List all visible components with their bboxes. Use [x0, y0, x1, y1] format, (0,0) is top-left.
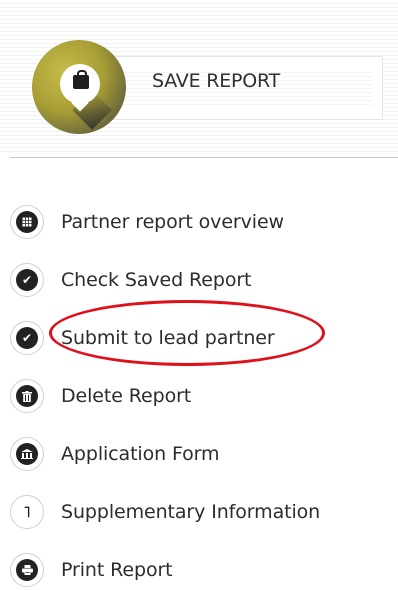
menu-item-check-saved-report[interactable]: ✔ Check Saved Report [10, 260, 390, 300]
menu-item-application-form[interactable]: Application Form [10, 434, 390, 474]
check-icon: ✔ [10, 263, 44, 297]
menu-item-label: Print Report [61, 559, 173, 581]
menu-item-label: Submit to lead partner [61, 327, 275, 349]
save-report-button[interactable]: SAVE REPORT [32, 40, 383, 134]
menu-item-label: Partner report overview [61, 211, 284, 233]
save-report-label: SAVE REPORT [152, 70, 281, 92]
divider [10, 157, 398, 158]
menu-item-supplementary-information[interactable]: ˥ Supplementary Information [10, 492, 390, 532]
menu-item-label: Application Form [61, 443, 220, 465]
table-icon [10, 205, 44, 239]
bag-icon [73, 70, 89, 89]
printer-icon [10, 553, 44, 587]
menu-item-label: Delete Report [61, 385, 192, 407]
menu-item-label: Supplementary Information [61, 501, 321, 523]
menu-item-delete-report[interactable]: Delete Report [10, 376, 390, 416]
check-icon: ✔ [10, 321, 44, 355]
report-header: SAVE REPORT [0, 0, 398, 160]
menu-item-print-report[interactable]: Print Report [10, 550, 390, 590]
menu-item-submit-to-lead-partner[interactable]: ✔ Submit to lead partner [10, 318, 390, 358]
menu-item-label: Check Saved Report [61, 269, 252, 291]
trash-icon [10, 379, 44, 413]
corner-arrow-icon: ˥ [10, 495, 44, 529]
menu-item-partner-report-overview[interactable]: Partner report overview [10, 202, 390, 242]
building-icon [10, 437, 44, 471]
